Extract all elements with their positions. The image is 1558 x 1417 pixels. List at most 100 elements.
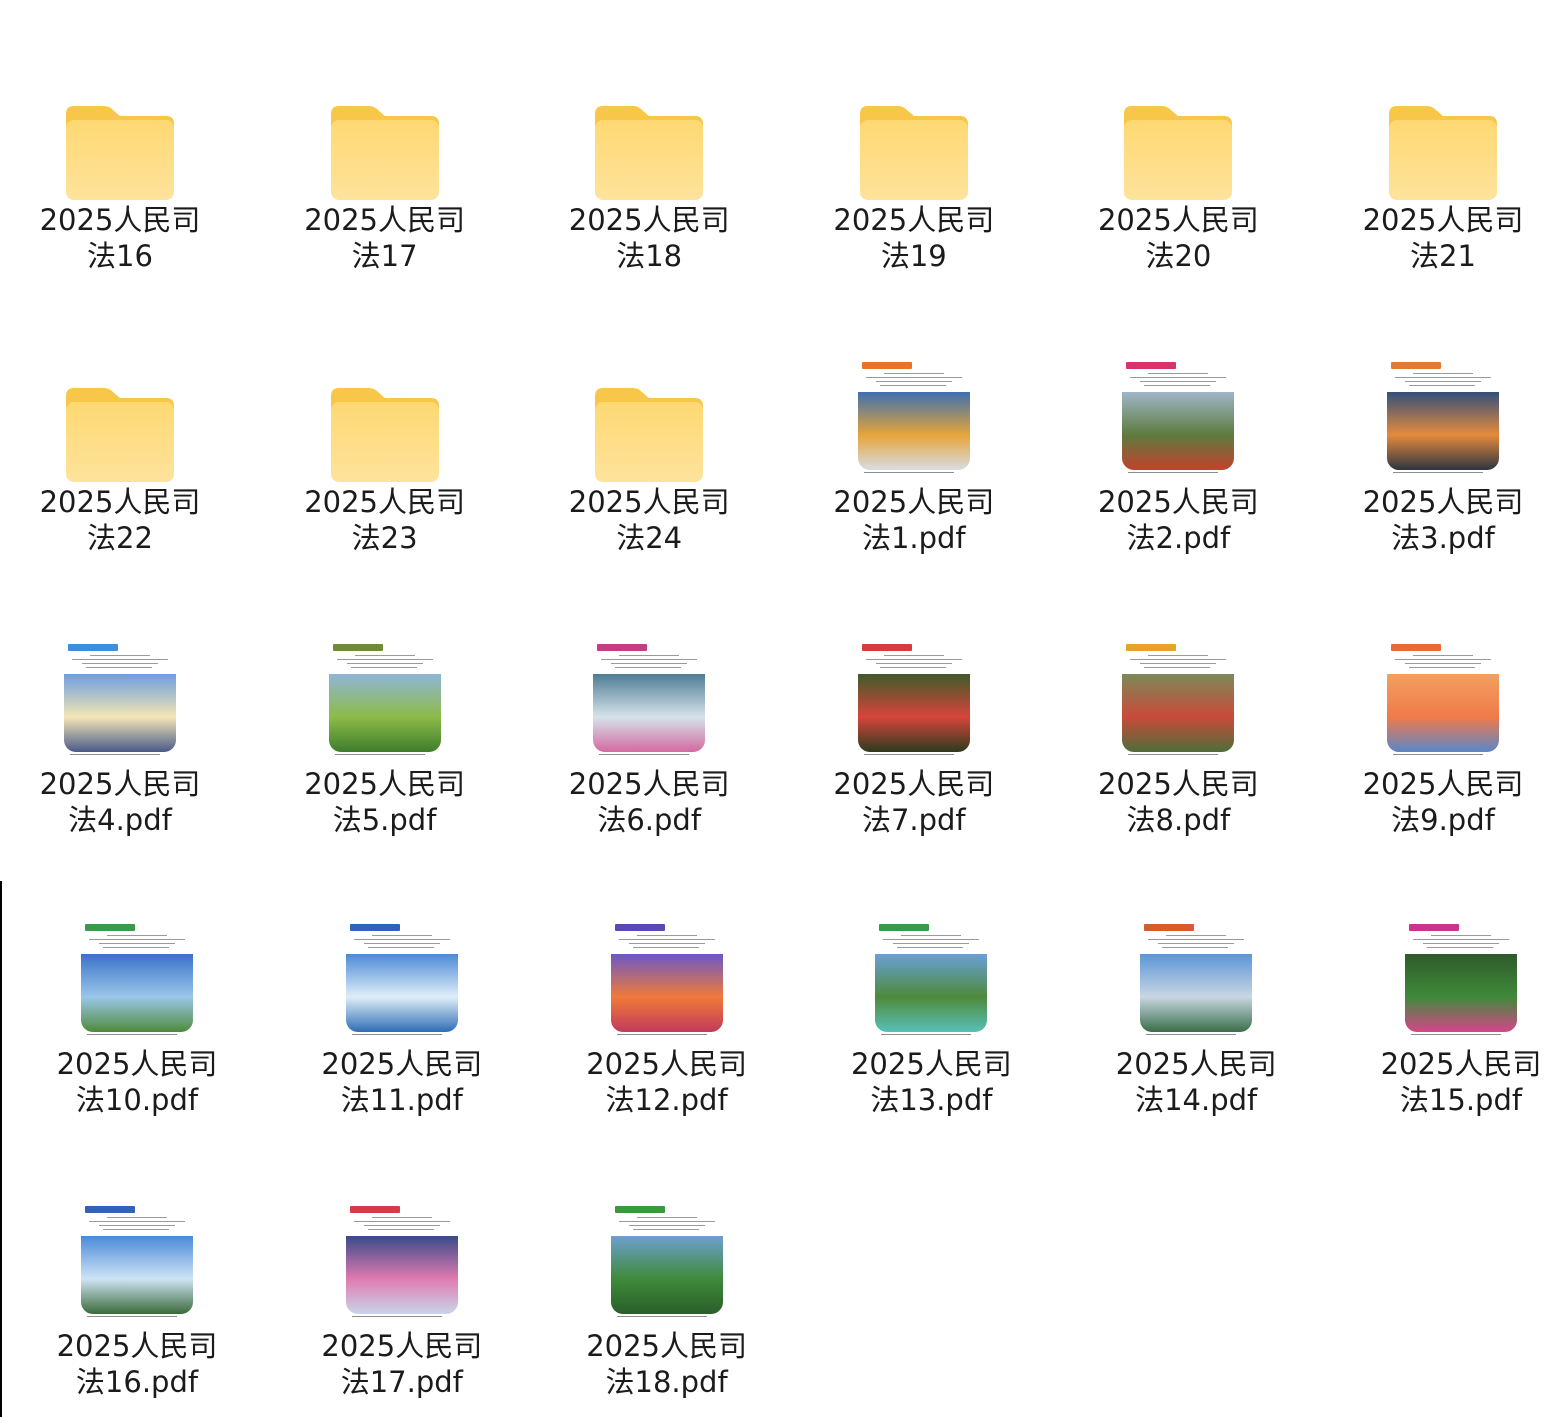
pdf-file-item[interactable]: 2025人民司 法17.pdf [282, 1176, 522, 1417]
pdf-file-item[interactable]: 2025人民司 法8.pdf [1058, 614, 1298, 849]
thumbnail-text-line [875, 663, 952, 664]
item-label-line2: 法21 [1410, 239, 1476, 273]
thumbnail-header-tab [597, 644, 648, 651]
item-label-line2: 法8.pdf [1126, 803, 1231, 837]
thumbnail-header-tab [1126, 644, 1177, 651]
pdf-file-item[interactable]: 2025人民司 法2.pdf [1058, 332, 1298, 584]
item-icon-area [529, 50, 769, 200]
pdf-file-item[interactable]: 2025人民司 法5.pdf [265, 614, 505, 849]
item-label-line2: 法10.pdf [75, 1083, 199, 1117]
thumbnail-photo [345, 954, 458, 1032]
item-label-line2: 法11.pdf [340, 1083, 463, 1117]
pdf-file-item[interactable]: 2025人民司 法11.pdf [282, 894, 522, 1146]
thumbnail-text-line [103, 947, 169, 948]
pdf-thumbnail [81, 922, 193, 1038]
item-icon-area [794, 332, 1034, 482]
folder-item[interactable]: 2025人民司 法18 [529, 50, 769, 302]
thumbnail-text-line [99, 1225, 175, 1226]
folder-item[interactable]: 2025人民司 法22 [0, 332, 240, 584]
item-icon-area [0, 614, 240, 764]
thumbnail-text-line [89, 939, 185, 940]
item-label-line1: 2025人民司 [321, 1329, 483, 1363]
thumbnail-photo [81, 954, 193, 1032]
thumbnail-caption-line [87, 1034, 177, 1035]
thumbnail-caption-line [1146, 1034, 1237, 1035]
item-icon-area [547, 1176, 787, 1326]
item-label-line1: 2025人民司 [321, 1047, 483, 1081]
thumbnail-photo [328, 674, 441, 752]
pdf-thumbnail [64, 642, 176, 758]
file-grid-top: 2025人民司 法16 2025人民司 法17 2025人民司 法18 2025人民司 法19… [0, 0, 1558, 849]
thumbnail-text-line [353, 1221, 450, 1222]
thumbnail-caption-line [863, 754, 954, 755]
thumbnail-text-line [879, 385, 946, 386]
folder-icon [330, 106, 439, 200]
pdf-file-item[interactable]: 2025人民司 法10.pdf [17, 894, 257, 1146]
pdf-file-item[interactable]: 2025人民司 法16.pdf [17, 1176, 257, 1417]
thumbnail-text-line [628, 943, 705, 944]
item-label-line2: 法16.pdf [75, 1365, 199, 1399]
item-label-line2: 法9.pdf [1391, 803, 1495, 837]
pdf-file-item[interactable]: 2025人民司 法14.pdf [1076, 894, 1316, 1146]
thumbnail-photo [610, 1236, 723, 1314]
thumbnail-text-line [1413, 373, 1473, 374]
thumbnail-text-line [1158, 943, 1235, 944]
pdf-file-item[interactable]: 2025人民司 法4.pdf [0, 614, 240, 849]
folder-icon [595, 388, 704, 482]
item-label: 2025人民司 法17.pdf [282, 1328, 522, 1400]
item-icon-area [1323, 332, 1558, 482]
thumbnail-text-line [636, 935, 697, 936]
item-label-line1: 2025人民司 [833, 767, 995, 801]
thumbnail-caption-line [881, 1034, 972, 1035]
item-icon-area [265, 50, 505, 200]
thumbnail-photo [64, 674, 176, 752]
pdf-file-item[interactable]: 2025人民司 法12.pdf [547, 894, 787, 1146]
item-label: 2025人民司 法18 [529, 202, 769, 274]
item-label-line1: 2025人民司 [1097, 485, 1259, 519]
thumbnail-caption-line [1128, 754, 1219, 755]
pdf-file-item[interactable]: 2025人民司 法13.pdf [811, 894, 1051, 1146]
thumbnail-text-line [628, 1225, 705, 1226]
item-label-line2: 法2.pdf [1126, 521, 1231, 555]
thumbnail-text-line [1140, 663, 1217, 664]
folder-item[interactable]: 2025人民司 法17 [265, 50, 505, 302]
thumbnail-text-line [1166, 935, 1227, 936]
folder-icon [1389, 106, 1497, 200]
item-label-line2: 法19 [880, 239, 947, 273]
folder-icon [1124, 106, 1233, 200]
item-label: 2025人民司 法12.pdf [547, 1046, 787, 1118]
folder-icon [595, 106, 704, 200]
pdf-file-item[interactable]: 2025人民司 法7.pdf [794, 614, 1034, 849]
thumbnail-text-line [1413, 655, 1473, 656]
thumbnail-text-line [89, 1221, 185, 1222]
thumbnail-text-line [1148, 939, 1245, 940]
folder-item[interactable]: 2025人民司 法19 [794, 50, 1034, 302]
item-label-line1: 2025人民司 [1097, 767, 1259, 801]
pdf-file-item[interactable]: 2025人民司 法6.pdf [529, 614, 769, 849]
folder-item[interactable]: 2025人民司 法20 [1058, 50, 1298, 302]
pdf-file-item[interactable]: 2025人民司 法3.pdf [1323, 332, 1558, 584]
item-icon-area [1341, 894, 1558, 1044]
item-label-line1: 2025人民司 [1115, 1047, 1277, 1081]
item-label: 2025人民司 法22 [0, 484, 240, 556]
item-label: 2025人民司 法2.pdf [1058, 484, 1298, 556]
thumbnail-text-line [367, 1229, 434, 1230]
folder-item[interactable]: 2025人民司 法23 [265, 332, 505, 584]
pdf-file-item[interactable]: 2025人民司 法18.pdf [547, 1176, 787, 1417]
item-label-line1: 2025人民司 [1362, 767, 1524, 801]
pdf-file-item[interactable]: 2025人民司 法9.pdf [1323, 614, 1558, 849]
folder-item[interactable]: 2025人民司 法16 [0, 50, 240, 302]
item-label-line2: 法3.pdf [1391, 521, 1495, 555]
item-label: 2025人民司 法21 [1323, 202, 1558, 274]
pdf-file-item[interactable]: 2025人民司 法15.pdf [1341, 894, 1558, 1146]
pdf-file-item[interactable]: 2025人民司 法1.pdf [794, 332, 1034, 584]
item-label-line1: 2025人民司 [304, 203, 465, 237]
pdf-thumbnail [610, 1204, 723, 1320]
thumbnail-text-line [1148, 655, 1209, 656]
item-icon-area [794, 614, 1034, 764]
folder-item[interactable]: 2025人民司 法21 [1323, 50, 1558, 302]
folder-item[interactable]: 2025人民司 法24 [529, 332, 769, 584]
thumbnail-text-line [883, 655, 944, 656]
item-label-line1: 2025人民司 [56, 1047, 218, 1081]
item-label: 2025人民司 法3.pdf [1323, 484, 1558, 556]
